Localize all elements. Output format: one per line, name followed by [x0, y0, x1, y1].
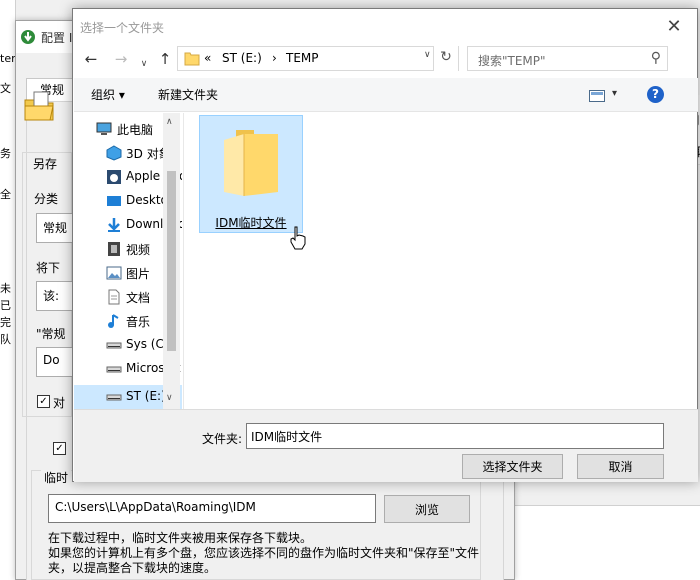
chevron-down-icon: ∨ [140, 59, 148, 69]
folder-icon [224, 130, 278, 196]
hand-cursor-icon [290, 226, 306, 250]
dialog-footer: 文件夹: 选择文件夹 取消 [74, 409, 698, 482]
side-glyph: 完 [0, 316, 11, 329]
cancel-button[interactable]: 取消 [577, 454, 664, 479]
command-bar: 组织 ▾ 新建文件夹 ▾ ? [74, 78, 698, 112]
drive-icon [106, 366, 122, 373]
view-dropdown-icon[interactable]: ▾ [612, 88, 617, 99]
category-label: 分类 [34, 192, 59, 206]
close-button[interactable]: ✕ [661, 15, 687, 37]
scrollbar-thumb[interactable] [167, 171, 176, 351]
left-menu-label: 务 [0, 147, 11, 160]
desktop-icon [107, 196, 121, 206]
side-glyph: 未 [0, 282, 11, 295]
folder-item-label: IDM临时文件 [215, 216, 287, 230]
folder-name-input[interactable] [246, 423, 664, 449]
idm-app-icon [21, 30, 35, 44]
side-glyph: 全 [0, 188, 11, 201]
refresh-icon[interactable]: ↻ [433, 46, 458, 71]
nav-item-label: 文档 [126, 291, 151, 305]
nav-item-label: 视频 [126, 243, 151, 257]
save-folder-icon [24, 91, 54, 121]
pictures-icon [106, 266, 122, 280]
temp-option-checkbox[interactable]: ✓ [53, 442, 66, 455]
address-chevrons[interactable]: « [204, 51, 211, 65]
forward-arrow-icon: → [114, 50, 128, 68]
back-arrow-icon: ← [84, 50, 98, 68]
browse-button[interactable]: 浏览 [384, 495, 470, 523]
select-folder-dialog: 选择一个文件夹 ✕ ← → ∨ ↑ « ST (E:) › TEMP ∨ ↻ 搜… [72, 8, 698, 482]
content-pane: IDM临时文件 [183, 113, 697, 409]
save-as-group-label: 另存 [30, 155, 61, 172]
nav-item-label: 此电脑 [117, 123, 154, 137]
address-folder-crumb[interactable]: TEMP [286, 51, 319, 65]
general-path-field[interactable]: Do [36, 347, 76, 377]
address-separator[interactable]: › [272, 51, 277, 65]
nav-item-label: 图片 [126, 267, 151, 281]
side-glyph: ter [0, 52, 16, 65]
scroll-up-icon[interactable]: ∧ [166, 117, 173, 127]
address-drive-crumb[interactable]: ST (E:) [222, 51, 262, 65]
download-to-label: 将下 [36, 261, 61, 275]
apple-icon [107, 170, 121, 184]
search-placeholder: 搜索"TEMP" [478, 54, 546, 68]
downloads-icon [108, 218, 120, 232]
side-glyph: 文 [0, 82, 11, 95]
music-icon [108, 314, 119, 328]
address-bar[interactable]: « ST (E:) › TEMP [177, 46, 459, 71]
documents-icon [108, 289, 120, 305]
video-icon [108, 242, 120, 256]
back-button[interactable]: ← [81, 49, 101, 69]
help-icon[interactable]: ? [647, 86, 664, 103]
forward-button[interactable]: → [111, 49, 131, 69]
scroll-down-icon[interactable]: ∨ [166, 393, 173, 403]
address-dropdown-icon[interactable]: ∨ [424, 50, 431, 60]
up-button[interactable]: ↑ [155, 49, 175, 69]
new-folder-button[interactable]: 新建文件夹 [158, 86, 218, 103]
search-input[interactable]: 搜索"TEMP" ⚲ [467, 46, 668, 71]
nav-item-label: 音乐 [126, 315, 151, 329]
nav-item-label: ST (E:) [126, 389, 166, 403]
search-icon[interactable]: ⚲ [651, 50, 661, 66]
download-to-field[interactable]: 该: [36, 281, 76, 311]
navigation-scrollbar[interactable]: ∧ ∨ [163, 113, 180, 409]
config-title: 配置 I [41, 31, 73, 45]
folder-icon [184, 52, 200, 66]
option-checkbox[interactable]: ✓ [37, 395, 50, 408]
temp-folder-description: 在下载过程中，临时文件夹被用来保存各下载块。 如果您的计算机上有多个盘，您应该选… [48, 531, 480, 575]
drive-icon [106, 342, 122, 349]
temp-folder-path-input[interactable]: C:\Users\L\AppData\Roaming\IDM [48, 494, 376, 523]
drive-icon [106, 394, 122, 401]
computer-icon [96, 122, 112, 135]
recent-locations-button[interactable]: ∨ [137, 54, 151, 74]
view-options-icon[interactable] [589, 90, 605, 102]
category-select[interactable]: 常规 [36, 213, 76, 243]
3d-objects-icon [106, 145, 122, 161]
side-glyph: 已 [0, 299, 11, 312]
folder-field-label: 文件夹: [202, 432, 243, 446]
organize-button[interactable]: 组织 ▾ [91, 86, 125, 103]
folder-item[interactable]: IDM临时文件 [199, 115, 303, 233]
background-right-bottom [515, 505, 700, 580]
dialog-title: 选择一个文件夹 [80, 21, 165, 35]
select-folder-button[interactable]: 选择文件夹 [462, 454, 563, 479]
up-arrow-icon: ↑ [158, 50, 172, 68]
temp-folder-group-label: 临时 [41, 469, 72, 486]
option-checkbox-label: 对 [53, 396, 66, 410]
side-glyph: 队 [0, 333, 11, 346]
general-path-label: "常规 [36, 327, 66, 341]
